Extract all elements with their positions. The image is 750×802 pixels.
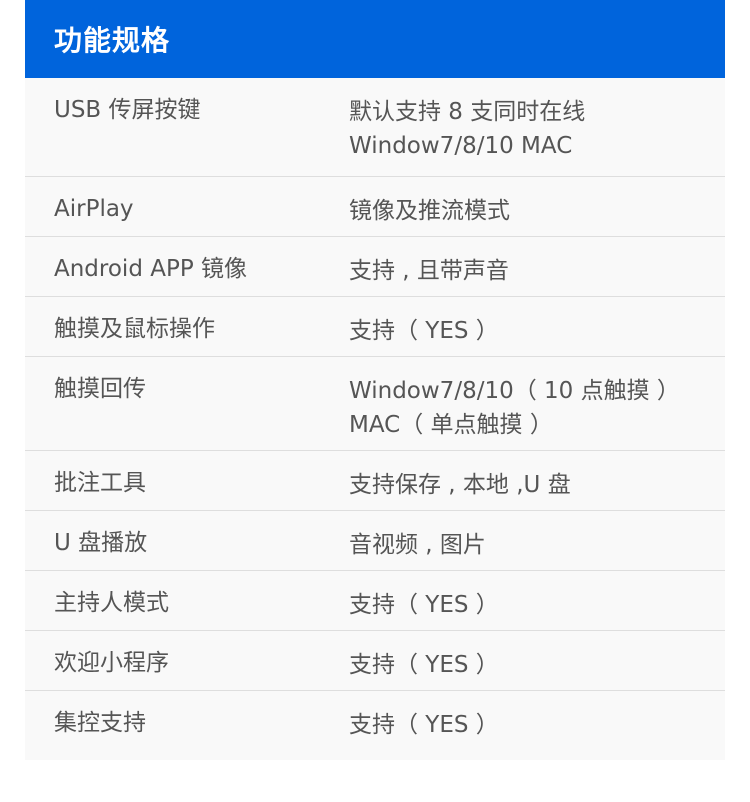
spec-row-host-mode: 主持人模式 支持（ YES ） [25, 571, 725, 631]
spec-value: Window7/8/10（ 10 点触摸 ） MAC（ 单点触摸 ） [349, 378, 680, 438]
spec-value: 支持保存 , 本地 ,U 盘 [349, 472, 571, 498]
spec-value: 支持 , 且带声音 [349, 258, 509, 284]
spec-row-touch-mouse: 触摸及鼠标操作 支持（ YES ） [25, 297, 725, 357]
spec-label: Android APP 镜像 [54, 256, 248, 282]
spec-row-android-mirror: Android APP 镜像 支持 , 且带声音 [25, 237, 725, 297]
spec-value: 支持（ YES ） [349, 652, 499, 678]
spec-value: 支持（ YES ） [349, 318, 499, 344]
spec-row-usb-cast: USB 传屏按键 默认支持 8 支同时在线 Window7/8/10 MAC [25, 78, 725, 177]
spec-row-annotation: 批注工具 支持保存 , 本地 ,U 盘 [25, 451, 725, 511]
spec-value: 默认支持 8 支同时在线 Window7/8/10 MAC [349, 99, 586, 159]
spec-row-airplay: AirPlay 镜像及推流模式 [25, 177, 725, 237]
spec-value: 音视频 , 图片 [349, 532, 486, 558]
spec-value: 镜像及推流模式 [349, 198, 510, 224]
spec-row-usb-playback: U 盘播放 音视频 , 图片 [25, 511, 725, 571]
spec-table: USB 传屏按键 默认支持 8 支同时在线 Window7/8/10 MAC A… [25, 78, 725, 760]
spec-label: USB 传屏按键 [54, 97, 201, 123]
spec-value: 支持（ YES ） [349, 712, 499, 738]
spec-row-welcome-app: 欢迎小程序 支持（ YES ） [25, 631, 725, 691]
spec-label: AirPlay [54, 196, 134, 222]
spec-label: 触摸及鼠标操作 [54, 316, 215, 342]
spec-label: 批注工具 [54, 470, 146, 496]
spec-label: 触摸回传 [54, 376, 146, 402]
spec-label: 集控支持 [54, 710, 146, 736]
spec-label: 主持人模式 [54, 590, 169, 616]
spec-label: U 盘播放 [54, 530, 148, 556]
section-header: 功能规格 [25, 0, 725, 78]
spec-label: 欢迎小程序 [54, 650, 169, 676]
section-title: 功能规格 [54, 24, 171, 57]
spec-row-central-control: 集控支持 支持（ YES ） [25, 691, 725, 760]
spec-card: 功能规格 USB 传屏按键 默认支持 8 支同时在线 Window7/8/10 … [25, 0, 725, 760]
spec-value: 支持（ YES ） [349, 592, 499, 618]
spec-row-touch-back: 触摸回传 Window7/8/10（ 10 点触摸 ） MAC（ 单点触摸 ） [25, 357, 725, 451]
